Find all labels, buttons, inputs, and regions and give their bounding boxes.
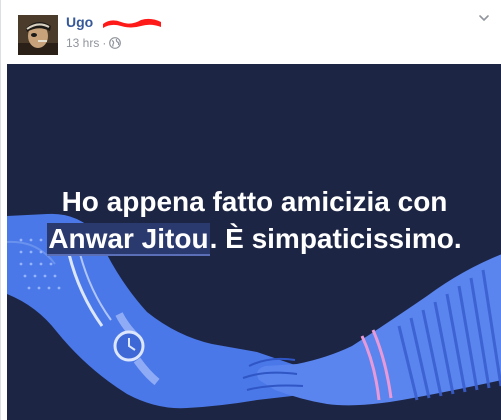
author-name-link[interactable]: Ugo <box>66 14 93 30</box>
redaction-mark <box>102 18 161 28</box>
author-avatar[interactable] <box>18 15 58 55</box>
avatar-photo <box>18 15 58 55</box>
status-text-after: . È simpaticissimo. <box>209 223 462 254</box>
chevron-down-icon <box>479 15 489 22</box>
status-text: Ho appena fatto amicizia con Anwar Jitou… <box>7 183 501 257</box>
post-meta: 13 hrs · <box>66 36 122 50</box>
meta-separator: · <box>102 36 107 50</box>
friend-mention-link[interactable]: Anwar Jitou <box>47 223 210 256</box>
timestamp-link[interactable]: 13 hrs <box>66 36 99 50</box>
post-header: Ugo 13 hrs · <box>1 0 501 64</box>
post-options-button[interactable] <box>474 10 494 26</box>
feed-post: Ugo 13 hrs · Ho appena fatto amicizia co… <box>0 0 501 420</box>
background-card: Ho appena fatto amicizia con Anwar Jitou… <box>7 64 501 420</box>
globe-icon[interactable] <box>109 37 122 49</box>
author-line: Ugo <box>66 14 163 32</box>
status-text-before: Ho appena fatto amicizia con <box>61 186 448 217</box>
